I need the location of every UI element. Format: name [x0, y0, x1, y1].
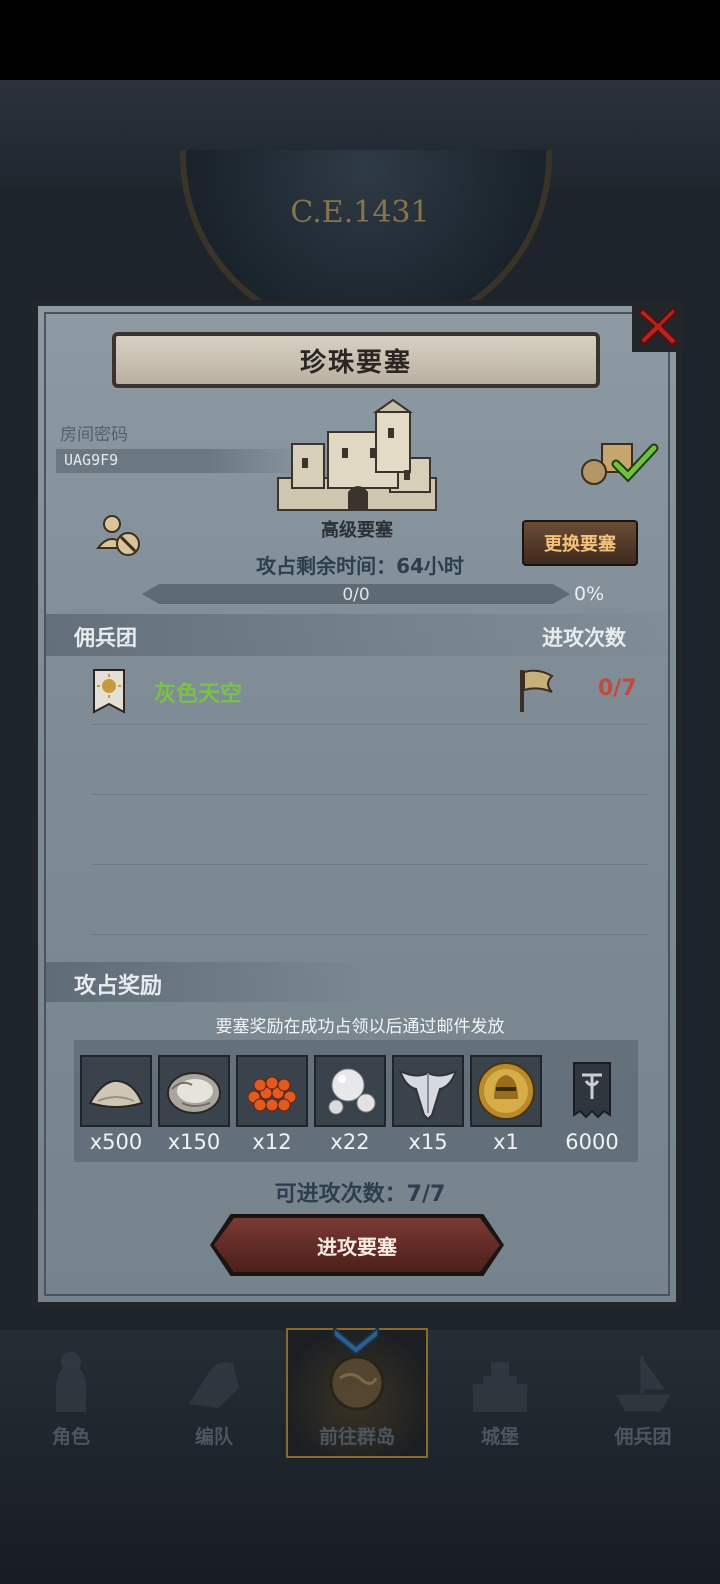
nav-item-castle[interactable]: 城堡	[429, 1335, 571, 1457]
page-title: 珍珠要塞	[299, 347, 412, 378]
globe-icon	[329, 1355, 385, 1411]
reward-item[interactable]	[470, 1055, 542, 1127]
knight-icon	[56, 1352, 86, 1412]
room-code: UAG9F9	[64, 451, 119, 469]
reward-qty: x12	[252, 1130, 292, 1154]
oyster-icon	[167, 1072, 221, 1114]
column-mercenary: 佣兵团	[74, 626, 137, 650]
row-divider	[92, 794, 648, 795]
reward-item[interactable]	[158, 1055, 230, 1127]
era-label: C.E.1431	[290, 195, 430, 230]
guild-attack-count: 0/7	[598, 676, 637, 701]
banner-icon	[573, 1062, 611, 1119]
user-blocked-icon[interactable]	[96, 514, 142, 558]
row-divider	[92, 724, 648, 725]
formation-icon	[189, 1362, 239, 1408]
progress-percent: 0%	[574, 583, 605, 605]
nav-label: 佣兵团	[614, 1426, 672, 1448]
guild-emblem-icon	[93, 669, 125, 714]
reward-item[interactable]	[556, 1055, 628, 1127]
column-attacks: 进攻次数	[542, 626, 626, 650]
reward-item[interactable]	[314, 1055, 386, 1127]
reward-item[interactable]	[392, 1055, 464, 1127]
gold-helmet-coin-icon	[477, 1062, 535, 1120]
nav-item-character[interactable]: 角色	[0, 1335, 142, 1457]
progress-count: 0/0	[342, 585, 370, 605]
nav-label: 角色	[51, 1426, 90, 1448]
fish-roe-icon	[247, 1076, 297, 1112]
silver-emblem-icon	[398, 1068, 458, 1121]
reward-qty: x150	[167, 1130, 221, 1154]
supply-check-icon	[581, 443, 659, 485]
title-banner: 珍珠要塞	[112, 332, 600, 388]
change-fortress-label: 更换要塞	[544, 534, 616, 555]
reward-qty: 6000	[565, 1130, 619, 1154]
reward-item[interactable]	[80, 1055, 152, 1127]
ship-icon	[615, 1355, 671, 1412]
attack-fortress-button[interactable]: 进攻要塞	[214, 1218, 500, 1272]
fortress-castle-icon	[277, 398, 437, 511]
status-bar	[0, 0, 720, 80]
row-divider	[92, 864, 648, 865]
row-divider	[92, 934, 648, 935]
nav-item-mercenary[interactable]: 佣兵团	[572, 1335, 714, 1457]
fortress-level: 高级要塞	[321, 520, 393, 541]
nav-item-formation[interactable]: 编队	[143, 1335, 285, 1457]
room-password-label: 房间密码	[60, 425, 128, 445]
nav-item-islands[interactable]: 前往群岛	[286, 1335, 428, 1457]
pearl-icon	[328, 1068, 376, 1115]
sand-pile-icon	[88, 1079, 144, 1108]
reward-qty: x1	[493, 1130, 519, 1154]
close-button[interactable]	[632, 300, 684, 352]
remaining-time: 攻占剩余时间：64小时	[256, 554, 464, 578]
close-icon	[637, 306, 679, 347]
reward-qty: x15	[408, 1130, 448, 1154]
reward-qty: x22	[330, 1130, 370, 1154]
attack-fortress-label: 进攻要塞	[317, 1234, 397, 1259]
reward-qty: x500	[89, 1130, 143, 1154]
attack-count: 可进攻次数：7/7	[274, 1182, 446, 1207]
attack-flag-icon	[520, 669, 554, 712]
reward-item[interactable]	[236, 1055, 308, 1127]
reward-note: 要塞奖励在成功占领以后通过邮件发放	[215, 1017, 505, 1037]
reward-title: 攻占奖励	[74, 974, 163, 999]
nav-label: 城堡	[480, 1426, 519, 1448]
castle-icon	[473, 1362, 527, 1412]
nav-label: 编队	[194, 1426, 233, 1448]
guild-name: 灰色天空	[154, 682, 243, 707]
change-fortress-button[interactable]: 更换要塞	[522, 520, 638, 566]
nav-label: 前往群岛	[318, 1426, 395, 1448]
